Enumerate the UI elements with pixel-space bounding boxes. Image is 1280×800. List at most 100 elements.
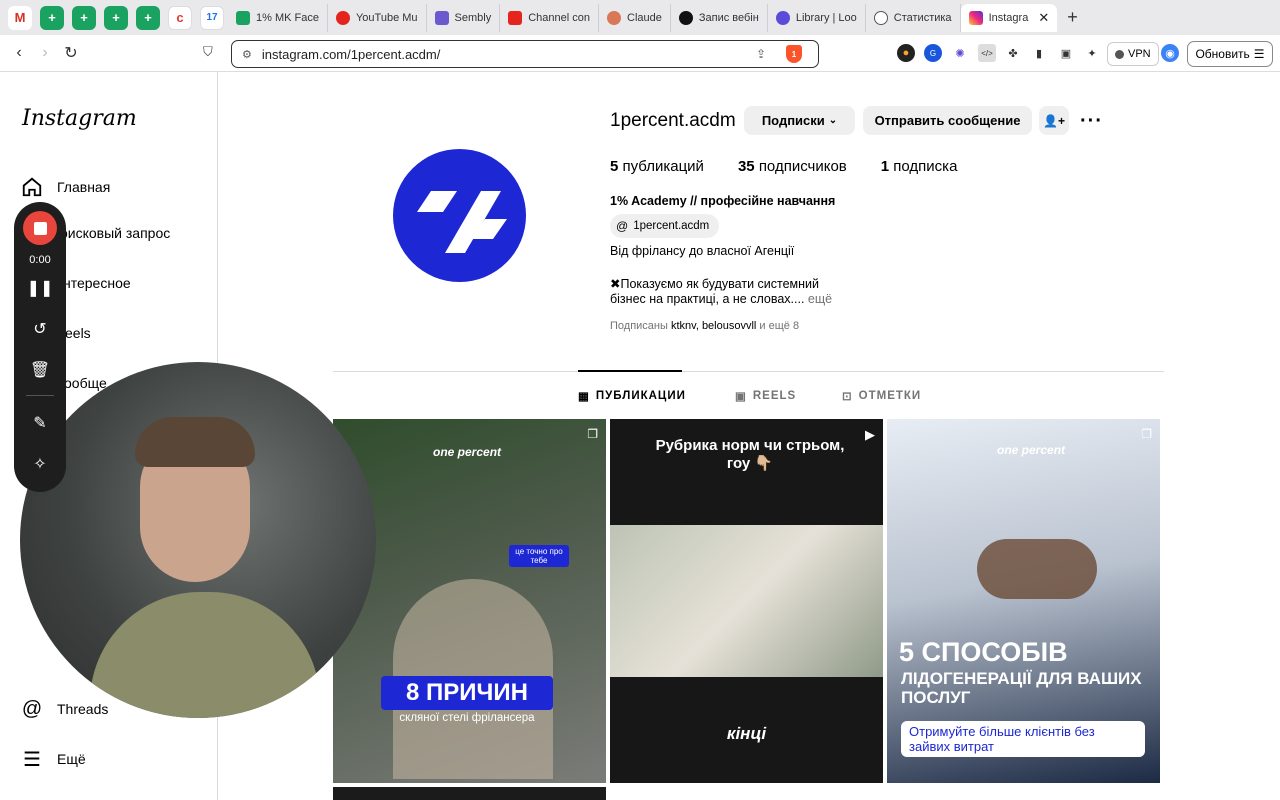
threads-icon: @ [21,697,43,720]
posts-count[interactable]: 5 публикаций [610,158,704,175]
draw-button[interactable]: ✎ [22,405,58,441]
reels-icon: ▣ [735,391,747,403]
bio-line: Від фрілансу до власної Агенції [610,244,795,258]
browser-tab[interactable]: Channel con [500,3,600,32]
loom-extension-icon[interactable]: ✺ [951,44,969,62]
subscribed-button[interactable]: Подписки ⌄ [744,106,855,135]
profile-avatar[interactable] [393,149,526,282]
calendar-icon[interactable]: 17 [200,5,224,30]
sidebar-item-search[interactable]: оисковый запрос [60,225,170,241]
browser-tab[interactable]: YouTube Mu [328,3,427,32]
sidebar-toggle-icon[interactable]: ▮ [1030,44,1048,62]
youtube-icon [508,10,523,25]
bio-line: ✖Показуємо як будувати системний [610,277,820,291]
record-icon [678,10,693,25]
leo-ai-icon[interactable]: ✦ [1083,44,1101,62]
send-message-button[interactable]: Отправить сообщение [863,106,1032,135]
bio-more-link[interactable]: ещё [808,292,832,306]
brave-shield-icon[interactable]: 1 [786,45,802,63]
browser-tab[interactable]: Claude [599,3,671,32]
browser-tab-bar: M + + + + c 17 1% MK Face YouTube Mu Sem… [0,0,1280,35]
threads-handle-link[interactable]: @ 1percent.acdm [610,214,720,238]
extension-icon[interactable]: ● [897,44,915,62]
tab-posts[interactable]: ▦ ПУБЛИКАЦИИ [578,389,686,403]
instagram-logo[interactable]: Instagram [22,106,137,131]
tab-tagged[interactable]: ⊡ ОТМЕТКИ [842,389,921,403]
update-button[interactable]: Обновить ☰ [1187,41,1273,67]
add-user-icon: 👤+ [1043,113,1065,128]
post-thumbnail[interactable]: Рубрика норм чи стрьом, гоу 👇🏼 кінці ▶ [610,419,883,783]
webcam-hair [135,417,255,467]
url-text: instagram.com/1percent.acdm/ [261,46,441,62]
chevron-down-icon: ⌄ [828,115,838,126]
sheets-icon[interactable]: + [104,5,128,30]
post-thumbnail[interactable] [333,787,606,800]
sidebar-item-home[interactable]: Главная [20,175,110,199]
browser-tab[interactable]: Статистика [866,3,961,32]
active-tab-indicator [578,370,682,372]
sheets-icon[interactable]: + [72,5,96,30]
post-thumbnail[interactable]: one percent це точно про тебе 8 ПРИЧИН с… [333,419,606,783]
followed-by[interactable]: Подписаны ktknv, belousovvll и ещё 8 [610,320,799,332]
one-percent-logo-icon [417,191,507,253]
reels-icon: ▶ [865,427,875,442]
back-icon[interactable]: ‹ [6,44,32,62]
sidebar-item-more[interactable]: ☰ Ещё [20,747,86,771]
hamburger-icon: ☰ [23,748,41,771]
confetti-icon: ✧ [33,456,47,473]
tabs-divider [333,371,1164,372]
home-icon [20,175,44,199]
pencil-icon: ✎ [33,415,47,432]
carousel-icon: ❐ [1141,427,1152,441]
gmail-icon[interactable]: M [8,5,32,30]
vpn-button[interactable]: VPN [1107,42,1159,66]
more-options-icon[interactable]: ··· [1080,110,1103,133]
recorder-controls: 0:00 ❚❚ ↺ 🗑 ✎ ✧ [14,202,66,492]
followers-count[interactable]: 35 подписчиков [738,158,847,175]
sheets-icon[interactable]: + [40,5,64,30]
browser-tab[interactable]: Library | Loo [768,3,866,32]
pause-button[interactable]: ❚❚ [22,270,58,306]
recorder-divider [26,395,54,396]
forward-icon[interactable]: › [32,44,58,62]
grid-icon: ▦ [578,391,590,403]
globe-icon[interactable]: ◉ [1161,44,1179,62]
new-tab-button[interactable]: + [1067,7,1078,28]
share-icon[interactable]: ⇪ [756,47,766,61]
suggest-user-button[interactable]: 👤+ [1039,106,1069,135]
close-tab-icon[interactable]: ✕ [1038,10,1049,26]
stop-recording-button[interactable] [22,210,58,246]
delete-button[interactable]: 🗑 [22,352,58,388]
address-bar[interactable]: ⚙ instagram.com/1percent.acdm/ ⇪ 1 [231,40,819,68]
claude-icon [607,10,622,25]
code-extension-icon[interactable]: </> [978,44,996,62]
menu-icon: ☰ [1253,47,1265,61]
sembly-icon [434,10,449,25]
loom-icon [775,10,790,25]
extension-icon[interactable]: G [924,44,942,62]
tab-reels[interactable]: ▣ REELS [735,389,796,403]
trash-icon: 🗑 [29,362,51,379]
restart-button[interactable]: ↺ [22,311,58,347]
post-top-text: Рубрика норм чи стрьом, гоу 👇🏼 [655,437,845,472]
wallet-icon[interactable]: ▣ [1057,44,1075,62]
sidebar-item-explore[interactable]: нтересное [63,275,131,291]
browser-tab[interactable]: Запис вебін [671,3,768,32]
effects-button[interactable]: ✧ [22,446,58,482]
restart-icon: ↺ [33,321,47,338]
sidebar-item-messages[interactable]: ообще [64,375,107,391]
clickup-icon[interactable]: c [168,5,192,30]
post-thumbnail[interactable]: one percent 5 СПОСОБІВ ЛІДОГЕНЕРАЦІЇ ДЛЯ… [887,419,1160,783]
following-count[interactable]: 1 подписка [881,158,958,175]
puzzle-icon[interactable]: ✤ [1004,44,1022,62]
sheets-icon[interactable]: + [136,5,160,30]
webcam-bubble[interactable] [20,362,376,718]
reload-icon[interactable]: ↻ [58,43,84,63]
sidebar-item-reels[interactable]: eels [65,325,91,341]
site-settings-icon[interactable]: ⚙ [242,48,252,61]
browser-tab[interactable]: 1% MK Face [228,3,328,32]
browser-tab[interactable]: Sembly [427,3,501,32]
browser-tab-active[interactable]: Instagra ✕ [960,3,1058,32]
bookmark-icon[interactable]: ⛉ [203,44,213,60]
profile-main: 1percent.acdm Подписки ⌄ Отправить сообще… [219,72,1280,800]
